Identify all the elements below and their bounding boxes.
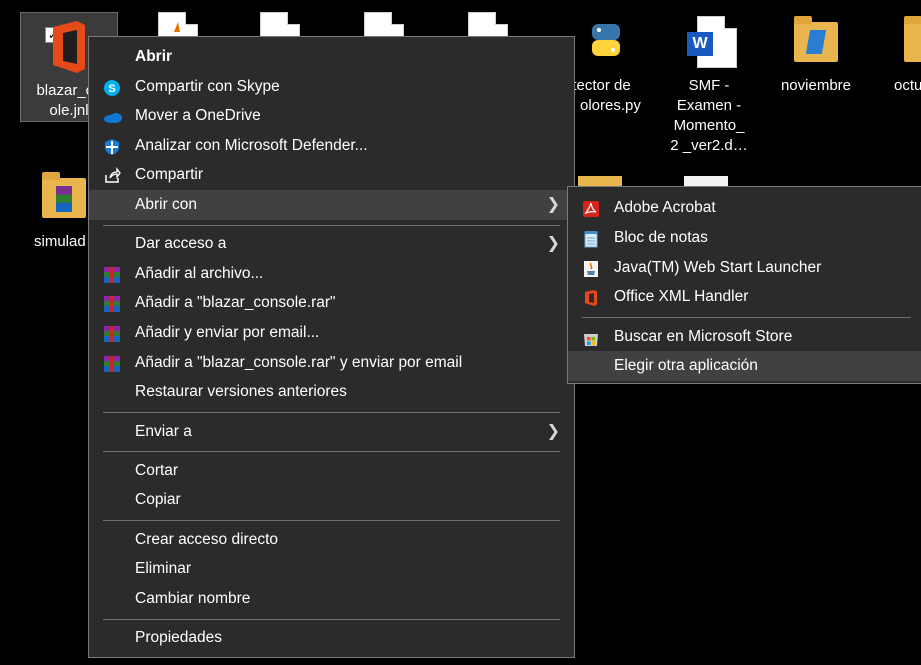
menu-separator bbox=[103, 225, 560, 226]
menu-item-compartir[interactable]: Compartir bbox=[89, 160, 574, 190]
context-menu: Abrir S Compartir con Skype Mover a OneD… bbox=[88, 36, 575, 658]
menu-item-label: Dar acceso a bbox=[135, 235, 227, 252]
desktop-icon-folder-octubre[interactable]: octu bbox=[880, 14, 921, 96]
menu-item-abrir[interactable]: Abrir bbox=[89, 42, 574, 72]
python-icon bbox=[580, 14, 632, 72]
menu-item-propiedades[interactable]: Propiedades bbox=[89, 623, 574, 653]
menu-item-label: Añadir al archivo... bbox=[135, 265, 264, 282]
menu-item-abrir-con[interactable]: Abrir con ❯ bbox=[89, 190, 574, 220]
notepad-icon bbox=[582, 229, 600, 248]
menu-separator bbox=[103, 520, 560, 521]
menu-separator bbox=[582, 317, 911, 318]
menu-item-label: Enviar a bbox=[135, 423, 192, 440]
winrar-icon bbox=[103, 265, 121, 283]
submenu-item-office-xml-handler[interactable]: Office XML Handler bbox=[568, 282, 921, 312]
svg-text:S: S bbox=[108, 83, 115, 95]
chevron-right-icon: ❯ bbox=[546, 235, 560, 252]
menu-item-anadir-rar-enviar-email[interactable]: Añadir a "blazar_console.rar" y enviar p… bbox=[89, 348, 574, 378]
menu-item-mover-onedrive[interactable]: Mover a OneDrive bbox=[89, 101, 574, 131]
menu-item-anadir-archivo[interactable]: Añadir al archivo... bbox=[89, 259, 574, 289]
menu-item-label: Java(TM) Web Start Launcher bbox=[614, 259, 822, 276]
menu-item-label: Analizar con Microsoft Defender... bbox=[135, 137, 368, 154]
skype-icon: S bbox=[103, 78, 121, 96]
desktop-icon-label: 2 _ver2.d… bbox=[670, 137, 748, 154]
menu-item-label: Adobe Acrobat bbox=[614, 199, 716, 216]
menu-item-eliminar[interactable]: Eliminar bbox=[89, 554, 574, 584]
onedrive-icon bbox=[103, 107, 122, 125]
menu-item-label: Añadir a "blazar_console.rar" y enviar p… bbox=[135, 354, 463, 371]
menu-item-compartir-skype[interactable]: S Compartir con Skype bbox=[89, 72, 574, 102]
menu-item-cambiar-nombre[interactable]: Cambiar nombre bbox=[89, 584, 574, 614]
menu-item-label: Restaurar versiones anteriores bbox=[135, 383, 347, 400]
desktop-icon-label: octu bbox=[894, 77, 921, 94]
menu-item-label: Compartir con Skype bbox=[135, 78, 280, 95]
menu-item-label: Cambiar nombre bbox=[135, 590, 251, 607]
desktop-icon-folder-noviembre[interactable]: noviembre bbox=[773, 14, 859, 96]
adobe-acrobat-icon bbox=[582, 199, 600, 217]
menu-item-label: Añadir a "blazar_console.rar" bbox=[135, 294, 336, 311]
word-icon: W bbox=[683, 14, 737, 72]
defender-shield-icon bbox=[103, 137, 121, 155]
menu-item-label: Compartir bbox=[135, 166, 204, 183]
submenu-item-java-web-start[interactable]: Java(TM) Web Start Launcher bbox=[568, 253, 921, 283]
chevron-right-icon: ❯ bbox=[546, 196, 560, 213]
open-with-submenu: Adobe Acrobat Bloc de notas Java(TM) Web… bbox=[567, 186, 921, 384]
menu-item-restaurar-versiones[interactable]: Restaurar versiones anteriores bbox=[89, 377, 574, 407]
winrar-folder-icon bbox=[38, 170, 90, 228]
microsoft-store-icon bbox=[582, 328, 600, 346]
desktop-icon-label: Momento_ bbox=[673, 117, 745, 134]
menu-item-label: Bloc de notas bbox=[614, 229, 708, 246]
menu-item-dar-acceso[interactable]: Dar acceso a ❯ bbox=[89, 229, 574, 259]
menu-item-label: Buscar en Microsoft Store bbox=[614, 328, 793, 345]
submenu-item-adobe-acrobat[interactable]: Adobe Acrobat bbox=[568, 193, 921, 223]
menu-item-label: Abrir con bbox=[135, 196, 198, 213]
menu-item-label: Elegir otra aplicación bbox=[614, 357, 758, 374]
menu-separator bbox=[103, 451, 560, 452]
desktop-icon-label: SMF - bbox=[688, 77, 730, 94]
menu-item-label: Crear acceso directo bbox=[135, 531, 279, 548]
menu-item-anadir-enviar-email[interactable]: Añadir y enviar por email... bbox=[89, 318, 574, 348]
desktop-icon-word-document[interactable]: W SMF - Examen - Momento_ 2 _ver2.d… bbox=[666, 14, 752, 156]
winrar-icon bbox=[103, 294, 121, 312]
menu-item-analizar-defender[interactable]: Analizar con Microsoft Defender... bbox=[89, 131, 574, 161]
menu-item-crear-acceso-directo[interactable]: Crear acceso directo bbox=[89, 525, 574, 555]
folder-icon bbox=[900, 14, 921, 72]
winrar-icon bbox=[103, 354, 121, 372]
folder-icon bbox=[790, 14, 842, 72]
menu-separator bbox=[103, 619, 560, 620]
menu-item-label: Copiar bbox=[135, 491, 181, 508]
java-icon bbox=[582, 259, 600, 277]
submenu-item-elegir-otra-aplicacion[interactable]: Elegir otra aplicación bbox=[568, 351, 921, 381]
menu-separator bbox=[103, 412, 560, 413]
office-icon bbox=[582, 288, 600, 306]
share-icon bbox=[103, 166, 121, 184]
menu-item-copiar[interactable]: Copiar bbox=[89, 485, 574, 515]
desktop-icon-label: noviembre bbox=[780, 77, 852, 94]
menu-item-label: Office XML Handler bbox=[614, 288, 749, 305]
menu-item-enviar-a[interactable]: Enviar a ❯ bbox=[89, 417, 574, 447]
menu-item-label: Propiedades bbox=[135, 629, 223, 646]
menu-item-label: Cortar bbox=[135, 462, 179, 479]
menu-item-label: Eliminar bbox=[135, 560, 191, 577]
menu-item-label: Añadir y enviar por email... bbox=[135, 324, 320, 341]
menu-item-label: Mover a OneDrive bbox=[135, 107, 261, 124]
submenu-item-bloc-de-notas[interactable]: Bloc de notas bbox=[568, 223, 921, 253]
menu-item-cortar[interactable]: Cortar bbox=[89, 456, 574, 486]
menu-item-anadir-rar[interactable]: Añadir a "blazar_console.rar" bbox=[89, 288, 574, 318]
chevron-right-icon: ❯ bbox=[546, 423, 560, 440]
desktop-icon-label: Examen - bbox=[676, 97, 742, 114]
submenu-item-buscar-store[interactable]: Buscar en Microsoft Store bbox=[568, 322, 921, 352]
winrar-icon bbox=[103, 324, 121, 342]
menu-item-label: Abrir bbox=[135, 48, 173, 65]
